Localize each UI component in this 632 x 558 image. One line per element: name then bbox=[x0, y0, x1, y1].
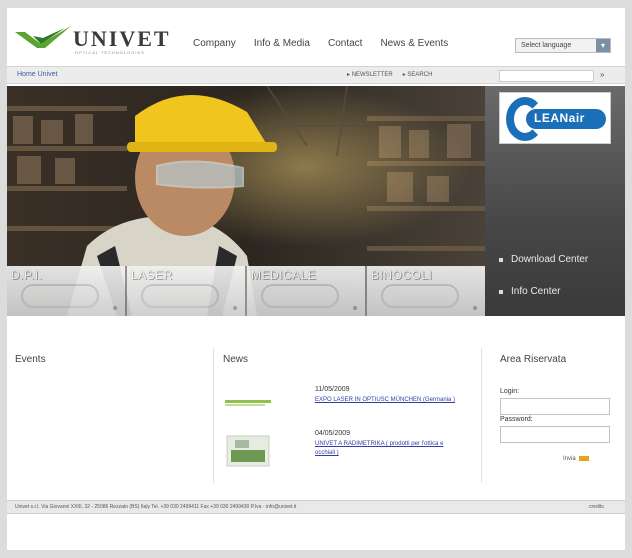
home-link[interactable]: Home Univet bbox=[17, 71, 57, 78]
nav-news-events[interactable]: News & Events bbox=[380, 38, 448, 49]
main-nav: Company Info & Media Contact News & Even… bbox=[193, 38, 448, 49]
password-label: Password: bbox=[500, 416, 533, 423]
column-divider bbox=[213, 348, 214, 483]
news-thumbnail[interactable] bbox=[223, 430, 275, 470]
language-select-value: Select language bbox=[521, 42, 572, 49]
column-divider bbox=[481, 348, 482, 483]
product-laser[interactable]: LASER bbox=[127, 266, 247, 316]
info-center-label: Info Center bbox=[511, 286, 561, 297]
utility-links: ▸ NEWSLETTER ▸ SEARCH bbox=[347, 71, 432, 78]
bullet-icon bbox=[353, 306, 357, 310]
nav-company[interactable]: Company bbox=[193, 38, 236, 49]
login-title: Area Riservata bbox=[500, 354, 567, 365]
login-field[interactable] bbox=[500, 398, 610, 415]
univet-logo[interactable]: UNIVET OPTICAL TECHNOLOGIES bbox=[15, 24, 190, 58]
hero-banner: D.P.I. LASER MEDICALE BINOCOLI LEANair D… bbox=[7, 86, 625, 316]
footer-address: Univet s.r.l. Via Giovanni XXIII, 32 - 2… bbox=[15, 504, 297, 510]
newsletter-link-label: NEWSLETTER bbox=[351, 72, 393, 78]
page-corner bbox=[611, 532, 623, 544]
product-binocoli[interactable]: BINOCOLI bbox=[367, 266, 485, 316]
download-center-label: Download Center bbox=[511, 254, 589, 265]
language-select[interactable]: Select language ▾ bbox=[515, 38, 611, 53]
news-item: 11/05/2009 EXPO LASER IN OPTIUSC MÜNCHEN… bbox=[223, 386, 473, 422]
logo-name: UNIVET bbox=[73, 26, 171, 51]
bullet-icon bbox=[113, 306, 117, 310]
sub-bar: Home Univet ▸ NEWSLETTER ▸ SEARCH » bbox=[7, 66, 625, 84]
bullet-icon bbox=[499, 258, 503, 262]
product-dpi[interactable]: D.P.I. bbox=[7, 266, 127, 316]
binoculars-icon bbox=[381, 284, 459, 308]
search-link-label: SEARCH bbox=[407, 72, 433, 78]
medical-loupe-icon bbox=[261, 284, 339, 308]
product-medicale[interactable]: MEDICALE bbox=[247, 266, 367, 316]
search-input[interactable] bbox=[499, 70, 594, 82]
page: UNIVET OPTICAL TECHNOLOGIES Company Info… bbox=[7, 8, 625, 550]
product-categories: D.P.I. LASER MEDICALE BINOCOLI bbox=[7, 266, 485, 316]
laser-goggles-icon bbox=[141, 284, 219, 308]
glasses-icon bbox=[21, 284, 99, 308]
news-link[interactable]: UNIVET A RADIMETRIKA ( prodotti per l'ot… bbox=[315, 440, 465, 458]
newsletter-link[interactable]: ▸ NEWSLETTER bbox=[347, 71, 393, 78]
login-submit-label: Invia bbox=[563, 456, 576, 463]
product-dpi-label: D.P.I. bbox=[11, 268, 43, 282]
credits-link[interactable]: credits bbox=[589, 504, 604, 510]
search-go-button[interactable]: » bbox=[600, 70, 604, 79]
news-title: News bbox=[223, 354, 249, 365]
bullet-icon bbox=[233, 306, 237, 310]
product-laser-label: LASER bbox=[131, 268, 173, 282]
logo-tagline: OPTICAL TECHNOLOGIES bbox=[75, 50, 145, 55]
product-binocoli-label: BINOCOLI bbox=[371, 268, 433, 282]
news-link[interactable]: EXPO LASER IN OPTIUSC MÜNCHEN (Germania … bbox=[315, 396, 465, 405]
nav-info-media[interactable]: Info & Media bbox=[254, 38, 310, 49]
leanair-logo-text: LEANair bbox=[534, 111, 585, 125]
univet-v-logo-icon bbox=[15, 26, 71, 48]
download-center-link[interactable]: Download Center bbox=[499, 254, 589, 265]
news-item: 04/05/2009 UNIVET A RADIMETRIKA ( prodot… bbox=[223, 430, 473, 470]
events-title: Events bbox=[15, 354, 46, 365]
news-date: 04/05/2009 bbox=[315, 430, 351, 437]
login-submit-button[interactable]: Invia bbox=[563, 456, 589, 462]
header: UNIVET OPTICAL TECHNOLOGIES Company Info… bbox=[7, 8, 625, 64]
hero-side-panel: LEANair Download Center Info Center bbox=[485, 86, 625, 316]
nav-contact[interactable]: Contact bbox=[328, 38, 362, 49]
arrow-icon bbox=[578, 456, 589, 461]
product-medicale-label: MEDICALE bbox=[251, 268, 317, 282]
password-field[interactable] bbox=[500, 426, 610, 443]
news-thumbnail[interactable] bbox=[223, 386, 275, 416]
login-label: Login: bbox=[500, 388, 520, 395]
leanair-logo[interactable]: LEANair bbox=[499, 92, 611, 144]
footer: Univet s.r.l. Via Giovanni XXIII, 32 - 2… bbox=[7, 500, 625, 514]
bullet-icon bbox=[499, 290, 503, 294]
news-date: 11/05/2009 bbox=[315, 386, 350, 393]
bullet-icon bbox=[473, 306, 477, 310]
chevron-down-icon: ▾ bbox=[596, 39, 610, 52]
search-link[interactable]: ▸ SEARCH bbox=[403, 71, 433, 78]
info-center-link[interactable]: Info Center bbox=[499, 286, 561, 297]
